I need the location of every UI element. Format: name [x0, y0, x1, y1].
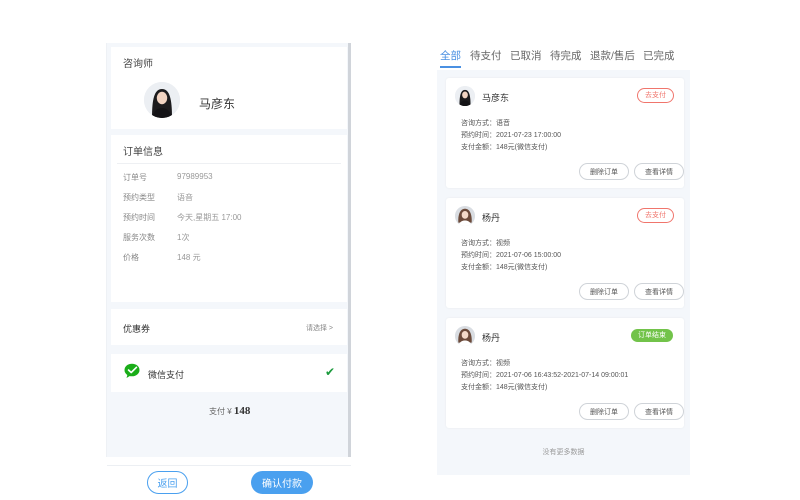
order-counselor-name: 杨丹 [482, 213, 501, 223]
delete-order-button[interactable]: 删除订单 [579, 163, 629, 180]
order-card: 杨丹 订单结束 咨询方式：视频 预约时间：2021-07-06 16:43:52… [446, 318, 684, 428]
scrollbar[interactable] [348, 43, 351, 457]
order-row-number: 订单号 97989953 [123, 172, 343, 186]
order-row-label: 服务次数 [123, 233, 155, 242]
active-tab-indicator [440, 66, 461, 68]
back-button[interactable]: 返回 [147, 471, 188, 494]
view-details-button[interactable]: 查看详情 [634, 163, 684, 180]
female-avatar-icon [455, 86, 475, 106]
order-time: 预约时间：2021-07-23 17:00:00 [461, 132, 561, 139]
payment-method-label: 微信支付 [148, 370, 185, 380]
female-avatar-icon [455, 326, 475, 346]
order-row-value: 97989953 [177, 172, 213, 181]
order-section-title: 订单信息 [123, 147, 163, 158]
order-row-label: 预约时间 [123, 213, 155, 222]
order-avatar [455, 326, 475, 346]
order-time: 预约时间：2021-07-06 16:43:52-2021-07-14 09:0… [461, 372, 629, 379]
order-method: 咨询方式：视频 [461, 360, 510, 367]
order-method: 咨询方式：视频 [461, 240, 510, 247]
order-amount: 支付金额：148元(微信支付) [461, 144, 548, 151]
pay-total-amount: 148 [233, 405, 251, 417]
view-details-button[interactable]: 查看详情 [634, 283, 684, 300]
tab-pending-payment[interactable]: 待支付 [470, 48, 502, 63]
order-info-card: 订单信息 订单号 97989953 预约类型 语音 预约时间 今天,星期五 17… [111, 135, 347, 302]
female-avatar-icon [455, 206, 475, 226]
order-row-label: 预约类型 [123, 193, 155, 202]
go-pay-button[interactable]: 去支付 [637, 88, 674, 103]
order-tabs: 全部 待支付 已取消 待完成 退款/售后 已完成 [437, 43, 690, 70]
female-avatar-icon [144, 82, 180, 118]
order-row-value: 1次 [177, 233, 190, 242]
view-details-button[interactable]: 查看详情 [634, 403, 684, 420]
order-row-type: 预约类型 语音 [123, 192, 343, 206]
no-more-data-text: 没有更多数据 [542, 449, 585, 456]
confirm-payment-button[interactable]: 确认付款 [251, 471, 313, 494]
tab-pending-completion[interactable]: 待完成 [550, 48, 582, 63]
tab-all[interactable]: 全部 [440, 48, 461, 63]
order-list-panel: 全部 待支付 已取消 待完成 退款/售后 已完成 马彦东 去支付 咨询方式：语音… [437, 43, 690, 475]
order-card: 杨丹 去支付 咨询方式：视频 预约时间：2021-07-06 15:00:00 … [446, 198, 684, 308]
divider [117, 163, 341, 164]
coupon-row[interactable]: 优惠券 请选择 > [111, 309, 347, 345]
order-row-price: 价格 148 元 [123, 252, 343, 266]
pay-total-label: 支付 ¥ [209, 407, 232, 416]
counselor-section-title: 咨询师 [123, 59, 153, 70]
order-amount: 支付金额：148元(微信支付) [461, 264, 548, 271]
tab-completed[interactable]: 已完成 [643, 48, 675, 63]
checkout-panel: 咨询师 马彦东 订单信息 订单号 97989953 预约类型 语音 预约时间 今… [106, 43, 351, 500]
tab-refund[interactable]: 退款/售后 [590, 48, 635, 63]
wechat-pay-icon [124, 363, 140, 378]
order-finished-badge: 订单结束 [630, 328, 674, 343]
order-row-value: 148 元 [177, 253, 201, 262]
tab-cancelled[interactable]: 已取消 [510, 48, 542, 63]
payment-method-wechat[interactable]: 微信支付 ✔ [111, 354, 347, 392]
order-row-label: 订单号 [123, 173, 147, 182]
order-counselor-name: 杨丹 [482, 333, 501, 343]
counselor-card: 咨询师 马彦东 [111, 47, 347, 129]
pay-total: 支付 ¥ 148 [209, 405, 250, 417]
order-time: 预约时间：2021-07-06 15:00:00 [461, 252, 561, 259]
coupon-select-link[interactable]: 请选择 > [306, 323, 333, 333]
order-row-time: 预约时间 今天,星期五 17:00 [123, 212, 343, 226]
checkout-action-bar: 返回 确认付款 [107, 465, 351, 500]
order-amount: 支付金额：148元(微信支付) [461, 384, 548, 391]
order-row-value: 今天,星期五 17:00 [177, 213, 242, 222]
order-avatar [455, 86, 475, 106]
counselor-avatar [144, 82, 180, 118]
checkmark-icon: ✔ [324, 365, 335, 379]
order-card: 马彦东 去支付 咨询方式：语音 预约时间：2021-07-23 17:00:00… [446, 78, 684, 188]
go-pay-button[interactable]: 去支付 [637, 208, 674, 223]
order-method: 咨询方式：语音 [461, 120, 510, 127]
coupon-label: 优惠券 [123, 324, 151, 334]
order-row-label: 价格 [123, 253, 139, 262]
delete-order-button[interactable]: 删除订单 [579, 403, 629, 420]
order-row-value: 语音 [177, 193, 193, 202]
order-counselor-name: 马彦东 [482, 93, 510, 103]
order-avatar [455, 206, 475, 226]
order-row-count: 服务次数 1次 [123, 232, 343, 246]
delete-order-button[interactable]: 删除订单 [579, 283, 629, 300]
counselor-name: 马彦东 [199, 97, 236, 111]
